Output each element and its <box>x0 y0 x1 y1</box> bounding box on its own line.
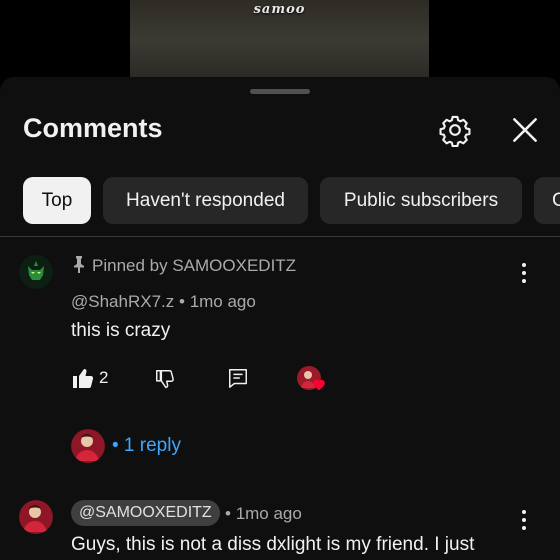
more-options-icon[interactable] <box>520 510 528 532</box>
dislike-icon[interactable] <box>154 368 176 390</box>
comment-meta: @ShahRX7.z • 1mo ago <box>71 292 256 312</box>
mask-avatar-icon <box>19 255 53 289</box>
filter-chips: Top Haven't responded Public subscribers… <box>23 177 560 224</box>
chip-more[interactable]: C <box>534 177 560 224</box>
gear-icon[interactable] <box>438 113 472 147</box>
comments-sheet: Comments Top Haven't responded Public su… <box>0 77 560 560</box>
samoo-avatar-icon <box>19 500 53 534</box>
avatar[interactable] <box>19 500 53 534</box>
creator-author-badge[interactable]: @SAMOOXEDITZ <box>71 500 220 526</box>
drag-handle[interactable] <box>250 89 310 94</box>
meta-separator: • <box>179 292 185 311</box>
comment-time: 1mo ago <box>235 504 302 523</box>
comment-author[interactable]: @ShahRX7.z <box>71 292 174 311</box>
comment-text: Guys, this is not a diss dxlight is my f… <box>71 534 475 555</box>
reply-icon[interactable] <box>227 367 249 389</box>
comment-meta: • 1mo ago <box>225 504 302 524</box>
like-icon[interactable] <box>71 366 95 390</box>
heart-icon <box>313 379 325 391</box>
chip-public-subscribers[interactable]: Public subscribers <box>320 177 522 224</box>
video-caption: samoo <box>253 2 306 17</box>
reply-avatar-icon <box>71 429 105 463</box>
video-preview[interactable]: samoo <box>130 0 429 80</box>
comments-title: Comments <box>23 113 163 143</box>
close-icon[interactable] <box>508 113 542 147</box>
divider <box>0 236 560 237</box>
pinned-label: Pinned by SAMOOXEDITZ <box>92 256 297 275</box>
chip-havent-responded[interactable]: Haven't responded <box>103 177 308 224</box>
comment-time: 1mo ago <box>189 292 256 311</box>
pin-icon <box>74 256 84 273</box>
avatar[interactable] <box>19 255 53 289</box>
reply-avatar[interactable] <box>71 429 105 463</box>
more-options-icon[interactable] <box>520 263 528 285</box>
comment-text: this is crazy <box>71 320 171 341</box>
view-replies-link[interactable]: • 1 reply <box>112 435 181 457</box>
pinned-label-row: Pinned by SAMOOXEDITZ <box>72 255 296 276</box>
like-count: 2 <box>99 368 109 387</box>
meta-separator: • <box>225 504 231 523</box>
chip-top[interactable]: Top <box>23 177 91 224</box>
